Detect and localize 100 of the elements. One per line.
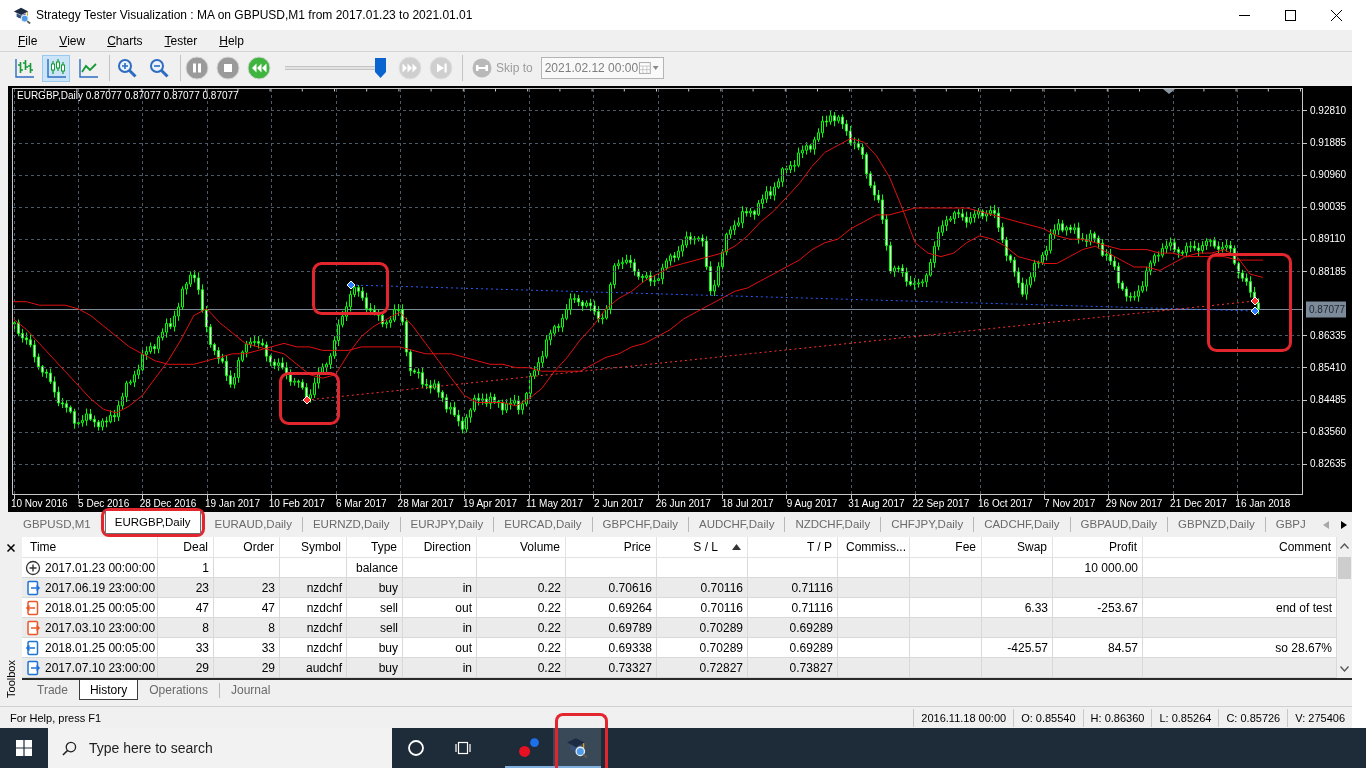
table-row[interactable]: 2017.06.19 23:00:00 23 23 nzdchf buy in 0.22 0.70616 0.70116 0.71116 bbox=[22, 578, 1337, 598]
date-axis-label: 6 Mar 2017 bbox=[335, 498, 387, 509]
close-icon[interactable] bbox=[7, 544, 15, 552]
panel-tab[interactable]: History bbox=[78, 680, 139, 700]
stop-loss-value: 0.70116 bbox=[700, 580, 743, 595]
candlestick-chart-button[interactable] bbox=[42, 54, 70, 82]
scrollbar-thumb[interactable] bbox=[1338, 557, 1351, 579]
windows-logo-icon bbox=[16, 740, 32, 756]
panel-tab[interactable]: Trade bbox=[26, 680, 79, 700]
vertical-scrollbar[interactable] bbox=[1337, 537, 1352, 678]
deal-direction: in bbox=[462, 580, 472, 595]
tab-scroll-button[interactable] bbox=[1339, 518, 1349, 531]
stop-loss-value: 0.72827 bbox=[699, 660, 743, 675]
take-profit-value: 0.69289 bbox=[789, 620, 833, 635]
deal-type: buy bbox=[378, 580, 398, 595]
price-axis-label: 0.86335 bbox=[1310, 329, 1347, 341]
symbol-name: audchf bbox=[305, 660, 342, 675]
status-field: O: 0.85540 bbox=[1013, 708, 1083, 727]
pause-button[interactable] bbox=[184, 55, 210, 81]
triangle-icon bbox=[1323, 520, 1329, 529]
chart-shift-icon bbox=[1163, 89, 1175, 94]
deal-number: 29 bbox=[195, 660, 209, 675]
price-value: 0.69789 bbox=[608, 620, 652, 635]
table-row[interactable]: 2017.07.10 23:00:00 29 29 audchf buy in 0.22 0.73327 0.72827 0.73827 bbox=[22, 658, 1337, 678]
date-axis-label: 5 Dec 2016 bbox=[78, 498, 130, 509]
menu-item[interactable]: Tester bbox=[153, 33, 209, 48]
price-axis-label: 0.89110 bbox=[1310, 233, 1346, 245]
table-row[interactable]: 2017.03.10 23:00:00 8 8 nzdchf sell in 0.22 0.69789 0.70289 0.69289 bbox=[22, 618, 1337, 638]
panel-tab[interactable]: Journal bbox=[219, 680, 282, 700]
stop-loss-value: 0.70116 bbox=[700, 600, 743, 615]
menu-item[interactable]: View bbox=[48, 33, 97, 48]
trade-marker-icon bbox=[1250, 296, 1260, 306]
chart-tab[interactable]: EURNZD,Daily bbox=[302, 512, 400, 536]
chart-tab[interactable]: EURJPY,Daily bbox=[400, 512, 494, 536]
profit-value: 10 000.00 bbox=[1084, 560, 1138, 575]
profit-value: 84.57 bbox=[1107, 640, 1138, 655]
deal-number: 1 bbox=[202, 560, 209, 575]
date-axis-label: 31 Aug 2017 bbox=[848, 498, 905, 509]
menu-item[interactable]: Help bbox=[208, 33, 255, 48]
menu-item[interactable]: Charts bbox=[96, 33, 154, 48]
date-axis-label: 16 Oct 2017 bbox=[978, 498, 1033, 509]
current-price-label: 0.87077 bbox=[1306, 301, 1346, 318]
price-axis-label: 0.88185 bbox=[1310, 265, 1347, 277]
search-icon bbox=[62, 740, 77, 756]
profit-value: -253.67 bbox=[1097, 600, 1138, 615]
menu-item[interactable]: File bbox=[7, 33, 49, 48]
chart-tab[interactable]: EURGBP,Daily bbox=[104, 511, 201, 534]
search-field[interactable]: Type here to search bbox=[89, 740, 329, 756]
chart-tab[interactable]: GBPNZD,Daily bbox=[1168, 512, 1265, 536]
order-number: 8 bbox=[268, 620, 275, 635]
task-view-icon bbox=[453, 739, 472, 757]
search-box[interactable]: Type here to search bbox=[48, 728, 392, 768]
chart-tab[interactable]: CADCHF,Daily bbox=[974, 512, 1070, 536]
swap-value: -425.57 bbox=[1007, 640, 1048, 655]
volume-value: 0.22 bbox=[537, 580, 561, 595]
order-number: 29 bbox=[261, 660, 275, 675]
chart-tab[interactable]: AUDCHF,Daily bbox=[689, 512, 785, 536]
swap-value: 6.33 bbox=[1024, 600, 1048, 615]
chart-info-text: EURGBP,Daily 0.87077 0.87077 0.87077 0.87077 bbox=[17, 90, 239, 101]
chart-tab[interactable]: EURCAD,Daily bbox=[494, 512, 592, 536]
ohlc-bars-icon bbox=[13, 57, 35, 79]
deal-time: 2017.07.10 23:00:00 bbox=[45, 660, 156, 675]
chart-tab[interactable]: CHFJPY,Daily bbox=[881, 512, 974, 536]
dumbbell-icon bbox=[472, 58, 492, 78]
price-value: 0.69338 bbox=[608, 640, 652, 655]
chart-tab[interactable]: EURAUD,Daily bbox=[204, 512, 302, 536]
rewind-button[interactable] bbox=[246, 55, 272, 81]
mortarboard-magnifier-icon bbox=[566, 736, 588, 758]
candlestick-icon bbox=[45, 57, 67, 79]
date-axis-label: 28 Dec 2016 bbox=[139, 498, 197, 509]
price-value: 0.69264 bbox=[608, 600, 652, 615]
status-help-text: For Help, press F1 bbox=[9, 711, 102, 724]
chart-tab[interactable]: GBPUSD,M1 bbox=[13, 512, 101, 536]
panel-tab[interactable]: Operations bbox=[138, 680, 219, 700]
deal-time: 2017.03.10 23:00:00 bbox=[45, 620, 156, 635]
stop-button[interactable] bbox=[215, 55, 241, 81]
price-value: 0.73327 bbox=[608, 660, 652, 675]
fast-forward-icon bbox=[398, 56, 422, 80]
date-axis-label: 18 Jul 2017 bbox=[721, 498, 774, 509]
stop-loss-value: 0.70289 bbox=[699, 640, 743, 655]
rewind-icon bbox=[247, 56, 271, 80]
deal-type: buy bbox=[378, 660, 398, 675]
chart-tab[interactable]: GBPAUD,Daily bbox=[1070, 512, 1167, 536]
price-axis-label: 0.83560 bbox=[1310, 426, 1347, 438]
comment-text: end of test bbox=[1275, 600, 1332, 615]
chart-tab[interactable]: GBPJ bbox=[1265, 512, 1316, 536]
deal-direction: out bbox=[455, 640, 472, 655]
status-field: H: 0.86360 bbox=[1082, 708, 1152, 727]
status-field: C: 0.85726 bbox=[1218, 708, 1288, 727]
table-row[interactable]: 2017.01.23 00:00:00 1 balance 10 000.00 bbox=[22, 558, 1337, 578]
slider-thumb[interactable] bbox=[375, 58, 386, 78]
pause-icon bbox=[185, 56, 209, 80]
highlight-frame bbox=[555, 713, 608, 768]
chart-tab[interactable]: GBPCHF,Daily bbox=[592, 512, 688, 536]
volume-value: 0.22 bbox=[537, 600, 561, 615]
triangle-icon bbox=[1341, 520, 1347, 529]
table-row[interactable]: 2018.01.25 00:05:00 33 33 nzdchf buy out 0.22 0.69338 0.70289 0.69289 -425.57 84.57 so 28.67% bbox=[22, 638, 1337, 658]
taskbar-app-button[interactable] bbox=[553, 728, 601, 768]
chart-tab[interactable]: NZDCHF,Daily bbox=[785, 512, 881, 536]
table-row[interactable]: 2018.01.25 00:05:00 47 47 nzdchf sell out 0.22 0.69264 0.70116 0.71116 6.33 -253.67 end of test bbox=[22, 598, 1337, 618]
